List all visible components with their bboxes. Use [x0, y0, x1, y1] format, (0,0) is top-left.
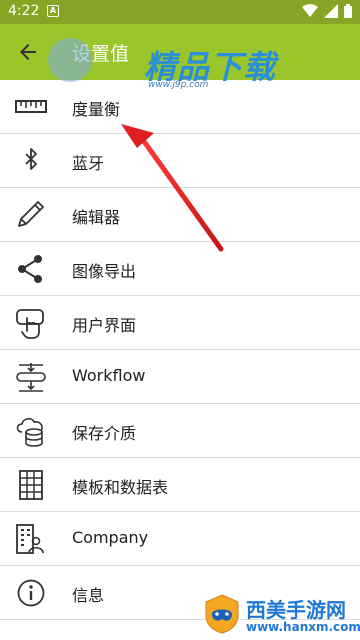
status-time: 4:22	[8, 3, 40, 19]
settings-item-user-interface[interactable]: 用户界面	[0, 296, 360, 350]
settings-item-image-export[interactable]: 图像导出	[0, 242, 360, 296]
settings-item-info[interactable]: 信息	[0, 566, 360, 620]
settings-item-storage[interactable]: 保存介质	[0, 404, 360, 458]
settings-item-workflow[interactable]: Workflow	[0, 350, 360, 404]
touch-hand-icon	[16, 309, 44, 339]
settings-item-label: 保存介质	[72, 424, 137, 443]
app-bar: 设置值	[0, 24, 360, 80]
settings-list: 度量衡 蓝牙 编辑器 图像导出 用户界面 Workflow 保存介质 模板和数据…	[0, 80, 360, 620]
watermark-site-url: www.hanxm.com	[246, 620, 360, 634]
settings-item-company[interactable]: Company	[0, 512, 360, 566]
bluetooth-icon	[25, 148, 37, 170]
settings-item-units[interactable]: 度量衡	[0, 80, 360, 134]
settings-item-label: 图像导出	[72, 262, 137, 281]
signal-icon	[324, 4, 338, 18]
company-icon	[16, 524, 44, 554]
wifi-icon	[302, 4, 318, 17]
ruler-icon	[15, 100, 47, 113]
settings-item-bluetooth[interactable]: 蓝牙	[0, 134, 360, 188]
back-arrow-icon[interactable]	[16, 40, 40, 64]
status-bar: 4:22 A	[0, 0, 360, 24]
page-title: 设置值	[72, 43, 130, 65]
pencil-icon	[18, 201, 44, 227]
cloud-storage-icon	[16, 418, 43, 447]
workflow-icon	[16, 363, 46, 392]
settings-item-label: 模板和数据表	[72, 478, 169, 497]
settings-item-label: 度量衡	[72, 100, 121, 119]
status-icons	[302, 4, 352, 18]
settings-item-label: Workflow	[72, 366, 146, 385]
settings-item-label: 用户界面	[72, 316, 137, 335]
settings-item-label: Company	[72, 528, 149, 547]
battery-icon	[344, 4, 352, 18]
info-icon	[17, 579, 45, 607]
settings-item-templates[interactable]: 模板和数据表	[0, 458, 360, 512]
settings-item-label: 编辑器	[72, 208, 121, 227]
notification-icon: A	[47, 5, 59, 17]
settings-item-label: 信息	[72, 586, 105, 605]
share-icon	[18, 255, 42, 283]
grid-table-icon	[19, 470, 43, 500]
settings-item-editor[interactable]: 编辑器	[0, 188, 360, 242]
settings-item-label: 蓝牙	[72, 154, 105, 173]
